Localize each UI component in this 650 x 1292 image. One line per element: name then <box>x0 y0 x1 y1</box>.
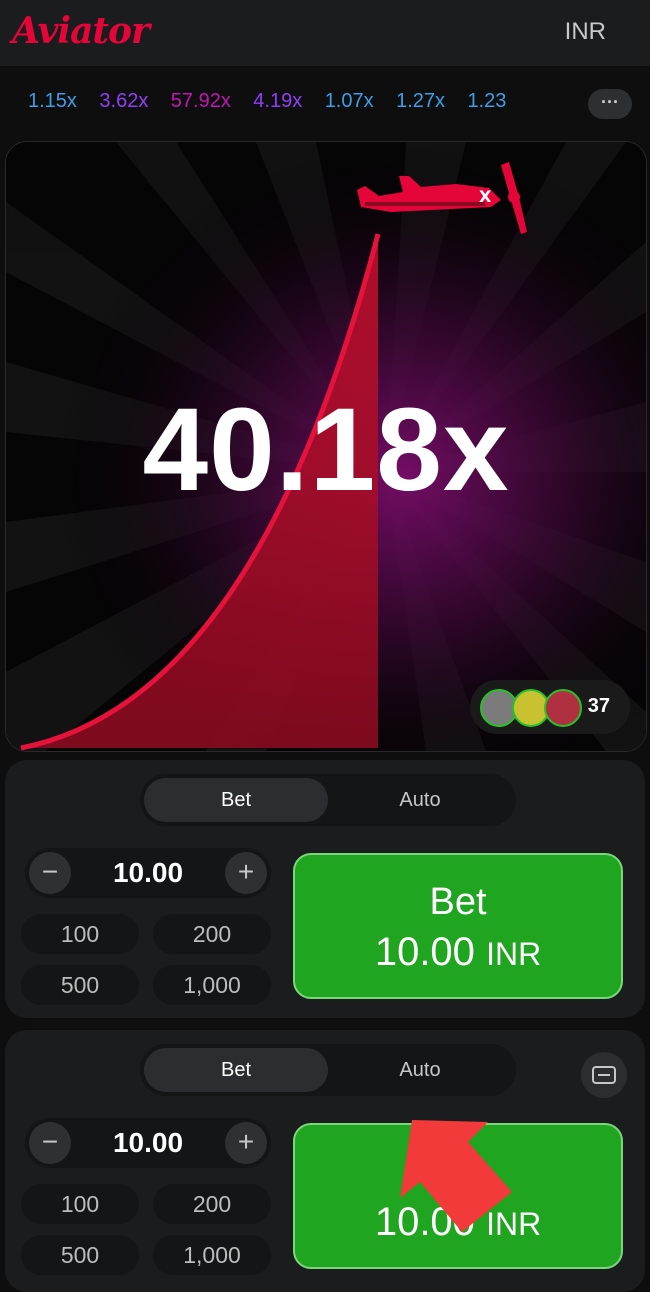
quick-amount-200[interactable]: 200 <box>153 1184 271 1224</box>
history-item[interactable]: 1.27x <box>396 90 445 113</box>
bet-button[interactable]: Bet 10.00 INR <box>293 1123 623 1269</box>
quick-amount-500[interactable]: 500 <box>21 1235 139 1275</box>
bet-mode-tabs: Bet Auto <box>140 1044 516 1096</box>
bet-mode-tabs: Bet Auto <box>140 774 516 826</box>
bet-amount-stepper: − 10.00 + <box>25 848 271 898</box>
bet-button-value: 10.00 <box>374 930 475 974</box>
quick-amount-200[interactable]: 200 <box>153 914 271 954</box>
quick-amount-1000[interactable]: 1,000 <box>153 1235 271 1275</box>
tab-auto[interactable]: Auto <box>328 778 512 822</box>
quick-amount-1000[interactable]: 1,000 <box>153 965 271 1005</box>
history-item[interactable]: 4.19x <box>253 90 302 113</box>
game-canvas: X 40.18x 37 <box>5 141 647 752</box>
top-bar: Aviator INR <box>0 0 650 66</box>
bet-button-currency: INR <box>486 1206 542 1242</box>
increase-button[interactable]: + <box>225 1122 267 1164</box>
bet-button-label: Bet <box>429 1151 487 1193</box>
history-item[interactable]: 3.62x <box>99 90 148 113</box>
svg-text:X: X <box>479 187 492 206</box>
currency-label[interactable]: INR <box>565 18 606 46</box>
history-item[interactable]: 1.15x <box>28 90 77 113</box>
bet-button-amount: 10.00 INR <box>295 930 621 975</box>
quick-amount-100[interactable]: 100 <box>21 1184 139 1224</box>
players-indicator[interactable]: 37 <box>470 680 630 734</box>
increase-button[interactable]: + <box>225 852 267 894</box>
bet-panel-1: Bet Auto − 10.00 + 100 200 500 1,000 Bet… <box>5 760 645 1018</box>
history-more-button[interactable]: ··· <box>588 89 632 119</box>
tab-bet[interactable]: Bet <box>144 1048 328 1092</box>
tab-auto[interactable]: Auto <box>328 1048 512 1092</box>
tab-bet[interactable]: Bet <box>144 778 328 822</box>
quick-amount-100[interactable]: 100 <box>21 914 139 954</box>
bet-button-currency: INR <box>486 936 542 972</box>
minus-box-icon <box>592 1066 616 1084</box>
bet-button-amount: 10.00 INR <box>295 1200 621 1245</box>
bet-button-label: Bet <box>429 881 487 923</box>
bet-amount-stepper: − 10.00 + <box>25 1118 271 1168</box>
remove-panel-button[interactable] <box>581 1052 627 1098</box>
avatar <box>544 689 582 727</box>
aviator-logo: Aviator <box>12 10 150 52</box>
bet-panel-2: Bet Auto − 10.00 + 100 200 500 1,000 Bet… <box>5 1030 645 1292</box>
history-item[interactable]: 1.07x <box>325 90 374 113</box>
players-count: 37 <box>587 695 610 717</box>
bet-button[interactable]: Bet 10.00 INR <box>293 853 623 999</box>
bet-button-value: 10.00 <box>374 1200 475 1244</box>
quick-amount-500[interactable]: 500 <box>21 965 139 1005</box>
history-item[interactable]: 57.92x <box>171 90 231 113</box>
history-list: 1.15x 3.62x 57.92x 4.19x 1.07x 1.27x 1.2… <box>28 90 573 113</box>
history-item[interactable]: 1.23 <box>467 90 506 113</box>
current-multiplier: 40.18x <box>142 384 510 516</box>
multiplier-history: 1.15x 3.62x 57.92x 4.19x 1.07x 1.27x 1.2… <box>0 70 650 136</box>
